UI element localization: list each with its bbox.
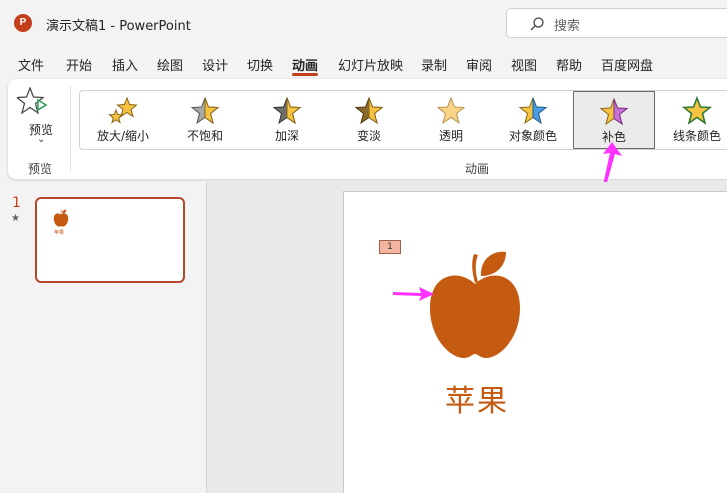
tab-baidu-netdisk[interactable]: 百度网盘 xyxy=(601,55,653,74)
effect-label: 放大/缩小 xyxy=(96,129,150,143)
tab-home[interactable]: 开始 xyxy=(66,55,92,74)
tab-file[interactable]: 文件 xyxy=(18,55,44,74)
title-bar: P 演示文稿1 - PowerPoint 搜索 xyxy=(0,0,727,46)
animation-marker-icon: ★ xyxy=(11,213,20,224)
effect-label: 对象颜色 xyxy=(508,129,557,143)
effect-grow-shrink[interactable]: 放大/缩小 xyxy=(84,91,162,149)
tab-transitions[interactable]: 切换 xyxy=(247,55,273,74)
tab-design[interactable]: 设计 xyxy=(202,55,228,74)
search-input[interactable]: 搜索 xyxy=(506,8,727,38)
effect-label: 线条颜色 xyxy=(672,129,721,143)
animation-group-label: 动画 xyxy=(465,162,490,176)
effect-transparency[interactable]: 透明 xyxy=(412,91,490,149)
slide-thumbnail[interactable] xyxy=(35,197,185,283)
object-color-star-icon xyxy=(518,96,548,125)
effect-label: 变淡 xyxy=(356,129,381,143)
window-title: 演示文稿1 - PowerPoint xyxy=(46,19,191,34)
effect-label: 加深 xyxy=(274,129,299,143)
group-divider xyxy=(70,86,71,172)
effect-lighten[interactable]: 变淡 xyxy=(330,91,408,149)
line-color-star-icon xyxy=(682,96,712,125)
thumbnail-caption: 苹果 xyxy=(54,230,65,236)
search-icon xyxy=(530,17,544,31)
tab-draw[interactable]: 绘图 xyxy=(157,55,183,74)
effect-label: 透明 xyxy=(438,129,463,143)
effect-label: 不饱和 xyxy=(186,129,223,143)
apple-shape[interactable] xyxy=(428,248,522,360)
powerpoint-logo-icon: P xyxy=(14,14,32,32)
annotation-arrow-up xyxy=(603,142,622,186)
effect-desaturate[interactable]: 不饱和 xyxy=(166,91,244,149)
active-tab-indicator xyxy=(292,73,318,76)
preview-star-icon[interactable] xyxy=(17,87,53,117)
effect-darken[interactable]: 加深 xyxy=(248,91,326,149)
effect-line-color[interactable]: 线条颜色 xyxy=(658,91,727,149)
desaturate-star-icon xyxy=(190,96,220,125)
thumbnail-apple-icon xyxy=(53,209,69,227)
slide-caption-text[interactable]: 苹果 xyxy=(445,376,509,420)
slide-editor[interactable] xyxy=(343,191,727,493)
effect-object-color[interactable]: 对象颜色 xyxy=(494,91,572,149)
lighten-star-icon xyxy=(354,96,384,125)
tab-insert[interactable]: 插入 xyxy=(112,55,138,74)
tab-animations[interactable]: 动画 xyxy=(292,55,318,74)
tab-slideshow[interactable]: 幻灯片放映 xyxy=(338,55,403,74)
chevron-down-icon[interactable]: ⌄ xyxy=(37,134,45,145)
transparency-star-icon xyxy=(436,96,466,125)
ribbon-tabs: 文件 开始 插入 绘图 设计 切换 动画 幻灯片放映 录制 审阅 视图 帮助 百… xyxy=(0,50,727,78)
preview-group-label: 预览 xyxy=(28,162,53,176)
darken-star-icon xyxy=(272,96,302,125)
tab-view[interactable]: 视图 xyxy=(511,55,537,74)
slide-number: 1 xyxy=(12,195,21,211)
animation-order-tag[interactable]: 1 xyxy=(379,240,401,254)
search-placeholder: 搜索 xyxy=(554,19,581,34)
complementary-star-icon xyxy=(599,97,629,126)
annotation-arrow-right xyxy=(393,287,434,301)
tab-record[interactable]: 录制 xyxy=(421,55,447,74)
tab-review[interactable]: 审阅 xyxy=(466,55,492,74)
grow-shrink-star-icon xyxy=(108,96,138,124)
tab-help[interactable]: 帮助 xyxy=(556,55,582,74)
